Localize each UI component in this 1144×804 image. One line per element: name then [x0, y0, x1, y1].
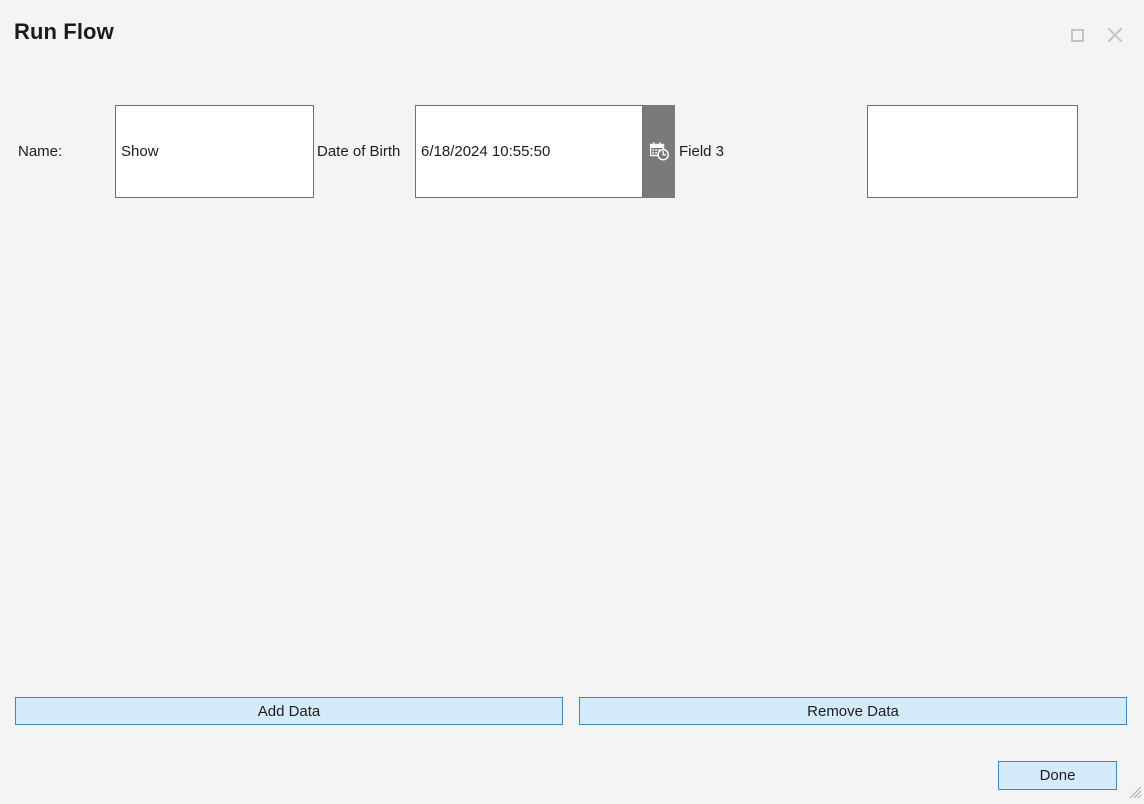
- form-row: Name: Show Date of Birth 6/18/2024 10:55…: [0, 105, 1144, 198]
- name-input-value: Show: [121, 143, 159, 160]
- remove-data-button[interactable]: Remove Data: [579, 697, 1127, 725]
- maximize-icon: [1070, 28, 1084, 42]
- date-of-birth-input-value: 6/18/2024 10:55:50: [421, 143, 551, 160]
- date-picker-button[interactable]: [643, 105, 675, 198]
- date-of-birth-input[interactable]: 6/18/2024 10:55:50: [415, 105, 643, 198]
- window-title: Run Flow: [14, 19, 114, 44]
- title-bar: Run Flow: [0, 0, 1144, 68]
- resize-grip-icon: [1129, 786, 1142, 799]
- calendar-clock-icon: [649, 142, 669, 161]
- add-data-button[interactable]: Add Data: [15, 697, 563, 725]
- field3-label: Field 3: [679, 143, 725, 160]
- window-controls: [1064, 22, 1128, 48]
- maximize-button[interactable]: [1064, 22, 1090, 48]
- name-field-label: Name:: [18, 143, 63, 160]
- close-icon: [1106, 26, 1124, 44]
- resize-grip[interactable]: [1126, 783, 1142, 799]
- field3-input[interactable]: [867, 105, 1078, 198]
- done-button[interactable]: Done: [998, 761, 1117, 790]
- date-of-birth-field-label: Date of Birth: [317, 143, 401, 160]
- close-button[interactable]: [1102, 22, 1128, 48]
- name-input[interactable]: Show: [115, 105, 314, 198]
